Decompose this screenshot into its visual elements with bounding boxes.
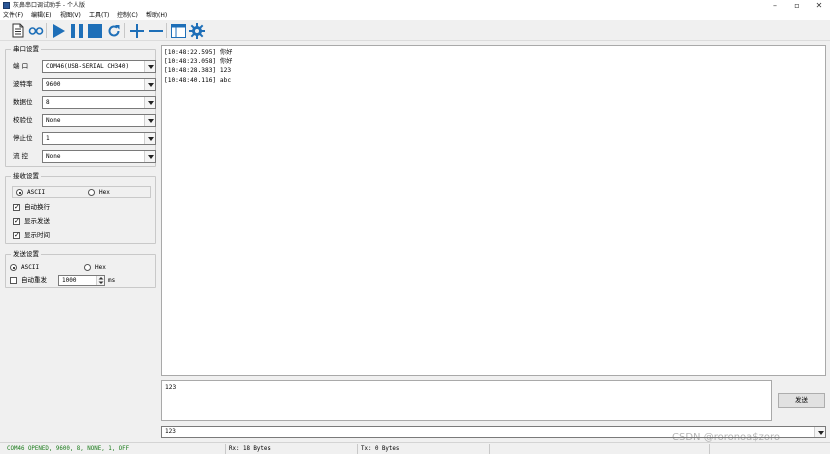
status-empty-cell: [490, 444, 710, 454]
send-text: 123: [165, 384, 177, 391]
port-value: COM46(USB-SERIAL CH340): [46, 63, 130, 70]
log-line: [10:48:40.116] abc: [164, 76, 232, 84]
show-time-label: 显示时间: [24, 231, 50, 239]
chevron-down-icon[interactable]: [144, 97, 155, 108]
send-ascii-label: ASCII: [21, 264, 40, 271]
chevron-down-icon[interactable]: [144, 133, 155, 144]
send-settings-group: 发送设置 ASCII Hex 自动重发 1000 ms: [5, 250, 156, 288]
flowcontrol-select[interactable]: None: [42, 150, 156, 163]
toolbar: [0, 20, 830, 41]
loop-icon[interactable]: [26, 21, 45, 40]
play-icon[interactable]: [49, 21, 68, 40]
flowcontrol-value: None: [46, 153, 61, 160]
toolbar-separator: [124, 23, 125, 38]
log-line: [10:48:23.058] 你好: [164, 58, 233, 66]
chevron-down-icon[interactable]: [144, 79, 155, 90]
flowcontrol-label: 流 控: [13, 152, 29, 160]
log-line: [10:48:28.383] 123: [164, 67, 232, 75]
document-icon[interactable]: [8, 21, 27, 40]
log-line: [10:48:22.595] 你好: [164, 49, 233, 56]
window-icon[interactable]: [169, 21, 188, 40]
minus-icon[interactable]: [146, 21, 165, 40]
toolbar-separator: [46, 23, 47, 38]
tx-count: Tx: 0 Bytes: [358, 444, 490, 454]
send-history-value: 123: [165, 428, 176, 435]
app-icon: [3, 2, 10, 9]
parity-value: None: [46, 117, 61, 124]
rx-count: Rx: 18 Bytes: [226, 444, 358, 454]
status-bar: COM46 OPENED, 9600, 8, NONE, 1, OFF Rx: …: [0, 442, 830, 454]
menu-view[interactable]: 视图(V): [60, 11, 81, 20]
serial-settings-title: 串口设置: [11, 45, 41, 54]
interval-unit: ms: [108, 277, 116, 284]
receive-ascii-label: ASCII: [27, 189, 46, 196]
window-title: 灰鼻串口调试助手 - 个人版: [13, 2, 85, 9]
gear-icon[interactable]: [187, 21, 206, 40]
show-send-label: 显示发送: [24, 217, 50, 225]
send-button[interactable]: 发送: [778, 393, 825, 408]
receive-settings-group: 接收设置 ASCII Hex ✓ 自动换行 ✓ 显示发送 ✓ 显示时间: [5, 172, 156, 244]
stop-icon[interactable]: [85, 21, 104, 40]
auto-wrap-label: 自动换行: [24, 203, 50, 211]
close-button[interactable]: ✕: [808, 0, 830, 11]
menu-edit[interactable]: 编辑(E): [31, 11, 51, 20]
send-hex-label: Hex: [95, 264, 106, 271]
send-settings-title: 发送设置: [11, 250, 41, 259]
maximize-button[interactable]: ▫: [786, 0, 808, 11]
send-hex-radio[interactable]: [84, 264, 91, 271]
send-ascii-radio[interactable]: [10, 264, 17, 271]
receive-ascii-radio[interactable]: [16, 189, 23, 196]
parity-select[interactable]: None: [42, 114, 156, 127]
title-bar: 灰鼻串口调试助手 - 个人版 – ▫ ✕: [0, 0, 830, 11]
receive-settings-title: 接收设置: [11, 172, 41, 181]
chevron-down-icon[interactable]: [144, 151, 155, 162]
menu-help[interactable]: 帮助(H): [146, 11, 167, 20]
parity-label: 校验位: [13, 116, 33, 124]
refresh-icon[interactable]: [104, 21, 123, 40]
menu-file[interactable]: 文件(F): [3, 11, 23, 20]
toolbar-separator: [166, 23, 167, 38]
auto-resend-checkbox[interactable]: [10, 277, 17, 284]
baud-value: 9600: [46, 81, 61, 88]
chevron-down-icon[interactable]: [144, 115, 155, 126]
baud-label: 波特率: [13, 80, 33, 88]
menu-bar: 文件(F) 编辑(E) 视图(V) 工具(T) 控制(C) 帮助(H): [0, 11, 830, 20]
receive-hex-label: Hex: [99, 189, 110, 196]
interval-value: 1000: [62, 277, 77, 284]
menu-control[interactable]: 控制(C): [117, 11, 138, 20]
receive-text-area[interactable]: [10:48:22.595] 你好 [10:48:23.058] 你好 [10:…: [161, 45, 826, 376]
send-text-area[interactable]: 123: [161, 380, 772, 421]
minimize-button[interactable]: –: [764, 0, 786, 11]
receive-mode-box: ASCII Hex: [12, 186, 151, 198]
spin-arrows-icon[interactable]: [96, 276, 104, 285]
stopbits-select[interactable]: 1: [42, 132, 156, 145]
serial-settings-group: 串口设置 端 口 COM46(USB-SERIAL CH340) 波特率 960…: [5, 45, 156, 167]
baud-select[interactable]: 9600: [42, 78, 156, 91]
pause-icon[interactable]: [67, 21, 86, 40]
chevron-down-icon[interactable]: [144, 61, 155, 72]
connection-status: COM46 OPENED, 9600, 8, NONE, 1, OFF: [4, 444, 226, 454]
port-label: 端 口: [13, 62, 29, 70]
stopbits-value: 1: [46, 135, 50, 142]
auto-wrap-checkbox[interactable]: ✓: [13, 204, 20, 211]
databits-value: 8: [46, 99, 50, 106]
menu-tools[interactable]: 工具(T): [89, 11, 109, 20]
show-send-checkbox[interactable]: ✓: [13, 218, 20, 225]
show-time-checkbox[interactable]: ✓: [13, 232, 20, 239]
databits-select[interactable]: 8: [42, 96, 156, 109]
receive-hex-radio[interactable]: [88, 189, 95, 196]
interval-stepper[interactable]: 1000: [58, 275, 105, 286]
chevron-down-icon[interactable]: [814, 427, 825, 437]
stopbits-label: 停止位: [13, 134, 33, 142]
auto-resend-label: 自动重发: [21, 276, 47, 284]
databits-label: 数据位: [13, 98, 33, 106]
plus-icon[interactable]: [127, 21, 146, 40]
port-select[interactable]: COM46(USB-SERIAL CH340): [42, 60, 156, 73]
